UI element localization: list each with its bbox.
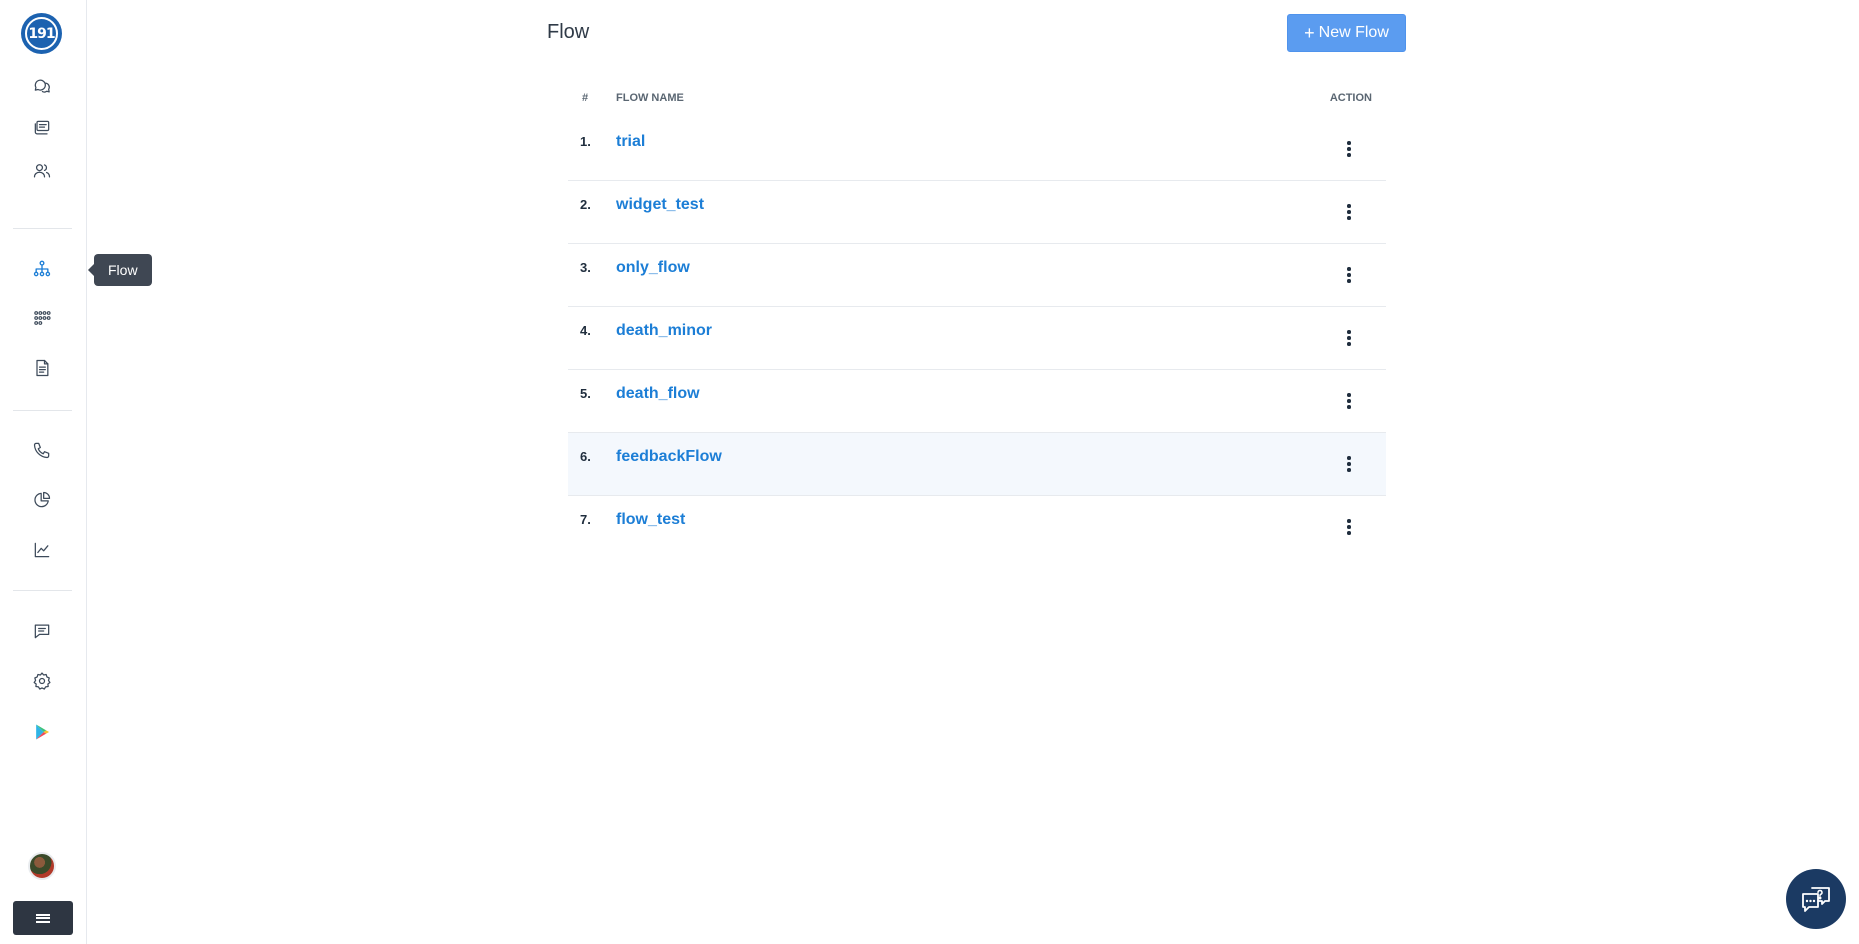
help-chat-icon xyxy=(1802,887,1830,912)
nav-contacts[interactable] xyxy=(28,157,56,185)
nav-messages[interactable] xyxy=(28,617,56,645)
apps-icon xyxy=(34,311,51,325)
table-header: # FLOW NAME ACTION xyxy=(568,80,1386,118)
table-row: 7. flow_test xyxy=(568,496,1386,559)
nav-campaigns[interactable] xyxy=(28,114,56,142)
table-row: 4. death_minor xyxy=(568,307,1386,370)
sidebar-divider xyxy=(13,590,72,591)
nav-settings[interactable] xyxy=(28,667,56,695)
row-actions-menu-icon[interactable] xyxy=(1342,201,1356,223)
table-row: 1. trial xyxy=(568,118,1386,181)
nav-phone[interactable] xyxy=(28,436,56,464)
help-chat-button[interactable] xyxy=(1786,869,1846,929)
row-number: 6. xyxy=(580,449,591,464)
brand-logo[interactable]: 191 xyxy=(21,13,62,54)
nav-reports[interactable] xyxy=(28,486,56,514)
sidebar: 191 xyxy=(0,0,87,944)
nav-flow[interactable] xyxy=(28,255,56,283)
row-number: 1. xyxy=(580,134,591,149)
table-row: 2. widget_test xyxy=(568,181,1386,244)
campaigns-icon xyxy=(34,120,50,135)
flow-icon xyxy=(33,260,51,277)
contacts-icon xyxy=(33,164,51,178)
flow-name-link[interactable]: death_minor xyxy=(616,322,712,340)
plus-icon: + xyxy=(1304,22,1315,43)
column-header-action: ACTION xyxy=(1329,92,1372,104)
row-number: 5. xyxy=(580,386,591,401)
page-title: Flow xyxy=(547,21,590,43)
flow-name-link[interactable]: widget_test xyxy=(616,196,704,214)
sidebar-divider xyxy=(13,228,72,229)
row-number: 2. xyxy=(580,197,591,212)
table-row: 3. only_flow xyxy=(568,244,1386,307)
flow-name-link[interactable]: only_flow xyxy=(616,259,690,277)
logo-text: 191 xyxy=(25,17,58,50)
nav-templates[interactable] xyxy=(28,354,56,382)
avatar[interactable] xyxy=(28,852,56,880)
flow-name-link[interactable]: feedbackFlow xyxy=(616,448,722,466)
flow-name-link[interactable]: death_flow xyxy=(616,385,700,403)
row-number: 3. xyxy=(580,260,591,275)
table-row: 5. death_flow xyxy=(568,370,1386,433)
new-flow-button-label: New Flow xyxy=(1318,24,1389,41)
settings-icon xyxy=(33,672,51,690)
row-number: 7. xyxy=(580,512,591,527)
column-header-flow-name: FLOW NAME xyxy=(616,92,684,104)
row-actions-menu-icon[interactable] xyxy=(1342,264,1356,286)
row-actions-menu-icon[interactable] xyxy=(1342,327,1356,349)
row-actions-menu-icon[interactable] xyxy=(1342,390,1356,412)
row-actions-menu-icon[interactable] xyxy=(1342,138,1356,160)
row-actions-menu-icon[interactable] xyxy=(1342,516,1356,538)
row-actions-menu-icon[interactable] xyxy=(1342,453,1356,475)
sidebar-divider xyxy=(13,410,72,411)
hamburger-icon xyxy=(36,913,50,923)
play-store-icon xyxy=(36,724,50,740)
row-number: 4. xyxy=(580,323,591,338)
flow-name-link[interactable]: trial xyxy=(616,133,645,151)
nav-chats[interactable] xyxy=(28,72,56,100)
messages-icon xyxy=(34,624,50,639)
reports-icon xyxy=(34,491,51,508)
flow-name-link[interactable]: flow_test xyxy=(616,511,685,529)
phone-icon xyxy=(33,442,50,459)
column-header-number: # xyxy=(582,92,589,104)
new-flow-button[interactable]: + New Flow xyxy=(1287,14,1406,52)
nav-apps[interactable] xyxy=(28,304,56,332)
chats-icon xyxy=(34,79,50,93)
nav-play-store[interactable] xyxy=(28,718,56,746)
nav-analytics[interactable] xyxy=(28,536,56,564)
analytics-icon xyxy=(34,542,50,558)
table-row-hovered: 6. feedbackFlow xyxy=(568,433,1386,496)
nav-tooltip: Flow xyxy=(88,254,152,286)
flow-table: # FLOW NAME ACTION 1. trial 2. widget_te… xyxy=(568,80,1386,559)
templates-icon xyxy=(36,359,49,377)
menu-toggle-button[interactable] xyxy=(13,901,73,935)
